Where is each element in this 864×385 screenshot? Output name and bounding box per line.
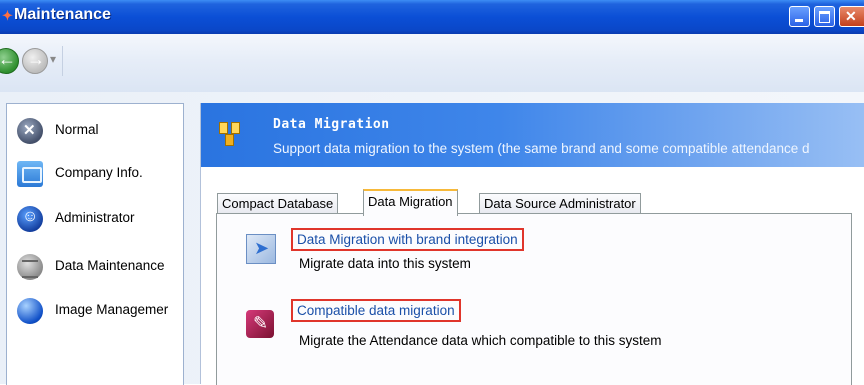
data-maintenance-icon bbox=[17, 254, 43, 280]
minimize-button[interactable] bbox=[789, 6, 810, 27]
brand-migration-icon[interactable] bbox=[246, 234, 276, 264]
maximize-button[interactable] bbox=[814, 6, 835, 27]
tab-data-migration[interactable]: Data Migration bbox=[363, 189, 458, 216]
image-management-icon bbox=[17, 298, 43, 324]
forward-arrow-icon[interactable] bbox=[22, 48, 48, 74]
compatible-migration-link[interactable]: Compatible data migration bbox=[291, 299, 461, 322]
close-button[interactable] bbox=[839, 6, 864, 27]
back-arrow-icon[interactable] bbox=[0, 48, 19, 74]
normal-icon bbox=[17, 118, 43, 144]
sidebar-item-data-maintenance[interactable]: Data Maintenance bbox=[17, 250, 187, 280]
company-info-icon bbox=[17, 161, 43, 187]
window-title: Maintenance bbox=[14, 6, 111, 23]
history-dropdown-icon[interactable]: ▾ bbox=[50, 52, 58, 68]
brand-migration-description: Migrate data into this system bbox=[299, 256, 471, 271]
tab-compact-database[interactable]: Compact Database bbox=[217, 193, 339, 214]
tab-data-source-administrator[interactable]: Data Source Administrator bbox=[479, 193, 641, 214]
sidebar-item-label: Company Info. bbox=[55, 165, 143, 180]
sidebar-item-normal[interactable]: Normal bbox=[17, 114, 187, 144]
sidebar-item-label: Data Maintenance bbox=[55, 258, 165, 273]
compatible-migration-description: Migrate the Attendance data which compat… bbox=[299, 333, 662, 348]
sidebar-item-administrator[interactable]: Administrator bbox=[17, 202, 187, 232]
sidebar-item-company-info[interactable]: Company Info. bbox=[17, 157, 187, 187]
left-navigation: Normal Company Info. Administrator Data … bbox=[6, 103, 184, 385]
sidebar-item-image-management[interactable]: Image Managemer bbox=[17, 294, 187, 324]
toolbar: ▾ bbox=[0, 34, 864, 93]
sidebar-item-label: Administrator bbox=[55, 210, 135, 225]
page-subtitle: Support data migration to the system (th… bbox=[273, 141, 810, 156]
toolbar-separator bbox=[62, 46, 63, 76]
compatible-migration-icon[interactable] bbox=[246, 310, 274, 338]
app-icon: ✦ bbox=[2, 8, 13, 23]
title-bar: ✦ Maintenance bbox=[0, 0, 864, 34]
administrator-icon bbox=[17, 206, 43, 232]
header-banner: Data Migration Support data migration to… bbox=[201, 103, 864, 167]
sidebar-item-label: Normal bbox=[55, 122, 99, 137]
main-panel: Data Migration Support data migration to… bbox=[200, 103, 864, 385]
page-title: Data Migration bbox=[273, 117, 390, 132]
brand-migration-link[interactable]: Data Migration with brand integration bbox=[291, 228, 524, 251]
data-migration-icon bbox=[219, 120, 241, 148]
sidebar-item-label: Image Managemer bbox=[55, 302, 169, 317]
tab-content: Data Migration with brand integration Mi… bbox=[216, 213, 852, 385]
